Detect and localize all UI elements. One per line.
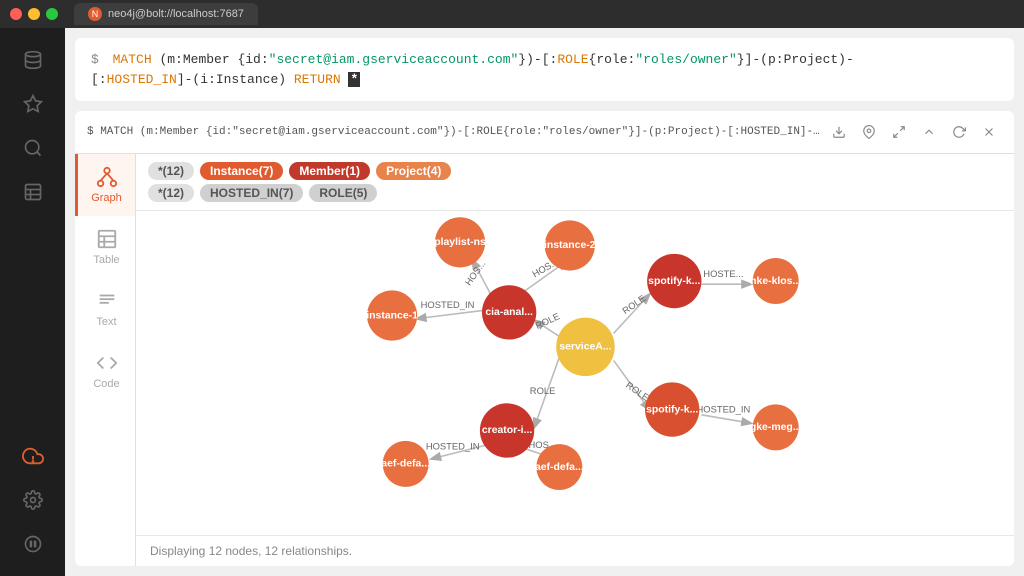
tag-hosted-in[interactable]: HOSTED_IN(7) (200, 184, 303, 202)
pin-button[interactable] (856, 119, 882, 145)
refresh-button[interactable] (946, 119, 972, 145)
tag-role[interactable]: ROLE(5) (309, 184, 377, 202)
svg-text:HOSTED_IN: HOSTED_IN (426, 440, 480, 451)
view-btn-graph[interactable]: Graph (75, 154, 135, 216)
result-content: *(12) Instance(7) Member(1) Project(4) *… (136, 154, 1014, 566)
browser-tab-label: neo4j@bolt://localhost:7687 (108, 8, 244, 20)
tags-row-2: *(12) HOSTED_IN(7) ROLE(5) (148, 184, 1002, 202)
node-cia-anal[interactable] (482, 285, 536, 339)
sidebar-bottom (13, 436, 53, 564)
node-serviceA[interactable] (556, 318, 615, 377)
node-instance-2[interactable] (545, 220, 595, 270)
view-btn-text[interactable]: Text (75, 278, 135, 340)
result-actions (826, 119, 1002, 145)
status-bar: Displaying 12 nodes, 12 relationships. (136, 535, 1014, 566)
view-label-graph: Graph (91, 192, 122, 204)
svg-text:HOSTED_IN: HOSTED_IN (421, 299, 475, 310)
graph-svg: ROLE ROLE ROLE ROLE (136, 211, 1014, 535)
svg-text:ROLE: ROLE (530, 385, 556, 396)
tab-bar: N neo4j@bolt://localhost:7687 (74, 3, 258, 25)
svg-text:HOSTED_IN: HOSTED_IN (697, 404, 751, 415)
sidebar-icon-database[interactable] (13, 40, 53, 80)
close-result-button[interactable] (976, 119, 1002, 145)
node-creator-i[interactable] (480, 403, 534, 457)
view-selector: Graph Table (75, 154, 136, 566)
view-btn-code[interactable]: Code (75, 340, 135, 402)
node-aef-defa1[interactable] (383, 441, 429, 487)
sidebar-icon-table[interactable] (13, 172, 53, 212)
node-nke-klos[interactable] (753, 258, 799, 304)
node-aef-defa2[interactable] (536, 444, 582, 490)
node-playlist-ns[interactable] (435, 217, 485, 267)
sidebar-icon-cloud-error[interactable] (13, 436, 53, 476)
minimize-button[interactable] (28, 8, 40, 20)
sidebar-icon-search[interactable] (13, 128, 53, 168)
tag-all-2[interactable]: *(12) (148, 184, 194, 202)
tag-member[interactable]: Member(1) (289, 162, 370, 180)
browser-tab-icon: N (88, 7, 102, 21)
view-btn-table[interactable]: Table (75, 216, 135, 278)
query-prompt: $ (91, 52, 99, 67)
close-button[interactable] (10, 8, 22, 20)
view-label-code: Code (93, 378, 119, 390)
maximize-button[interactable] (46, 8, 58, 20)
view-label-table: Table (93, 254, 119, 266)
node-spotify-k2[interactable] (645, 382, 699, 436)
tags-row-1: *(12) Instance(7) Member(1) Project(4) (148, 162, 1002, 180)
node-instance-1[interactable] (367, 290, 417, 340)
sidebar-icon-plugin[interactable] (13, 524, 53, 564)
result-header: $ MATCH (m:Member {id:"secret@iam.gservi… (75, 111, 1014, 154)
node-gke-meg[interactable] (753, 404, 799, 450)
node-spotify-k1[interactable] (647, 254, 701, 308)
query-bar: $ MATCH (m:Member {id:"secret@iam.gservi… (75, 38, 1014, 101)
sidebar (0, 28, 65, 576)
query-string: "secret@iam.gserviceaccount.com" (269, 52, 519, 67)
title-bar: N neo4j@bolt://localhost:7687 (0, 0, 1024, 28)
content-area: $ MATCH (m:Member {id:"secret@iam.gservi… (65, 28, 1024, 576)
result-query-text: $ MATCH (m:Member {id:"secret@iam.gservi… (87, 126, 820, 138)
sidebar-icon-star[interactable] (13, 84, 53, 124)
tag-instance[interactable]: Instance(7) (200, 162, 283, 180)
graph-area[interactable]: ROLE ROLE ROLE ROLE (136, 211, 1014, 535)
download-button[interactable] (826, 119, 852, 145)
result-panel: $ MATCH (m:Member {id:"secret@iam.gservi… (75, 111, 1014, 566)
status-text: Displaying 12 nodes, 12 relationships. (150, 544, 352, 558)
view-label-text: Text (96, 316, 116, 328)
tag-all-1[interactable]: *(12) (148, 162, 194, 180)
svg-text:HOSTE...: HOSTE... (703, 268, 743, 279)
query-text-1: (m:Member {id: (159, 52, 268, 67)
app-body: $ MATCH (m:Member {id:"secret@iam.gservi… (0, 28, 1024, 576)
tag-project[interactable]: Project(4) (376, 162, 451, 180)
sidebar-icon-settings[interactable] (13, 480, 53, 520)
expand-button[interactable] (886, 119, 912, 145)
browser-tab[interactable]: N neo4j@bolt://localhost:7687 (74, 3, 258, 25)
collapse-button[interactable] (916, 119, 942, 145)
query-keyword: MATCH (113, 52, 160, 67)
tags-section: *(12) Instance(7) Member(1) Project(4) *… (136, 154, 1014, 211)
query-cursor: * (348, 72, 360, 87)
